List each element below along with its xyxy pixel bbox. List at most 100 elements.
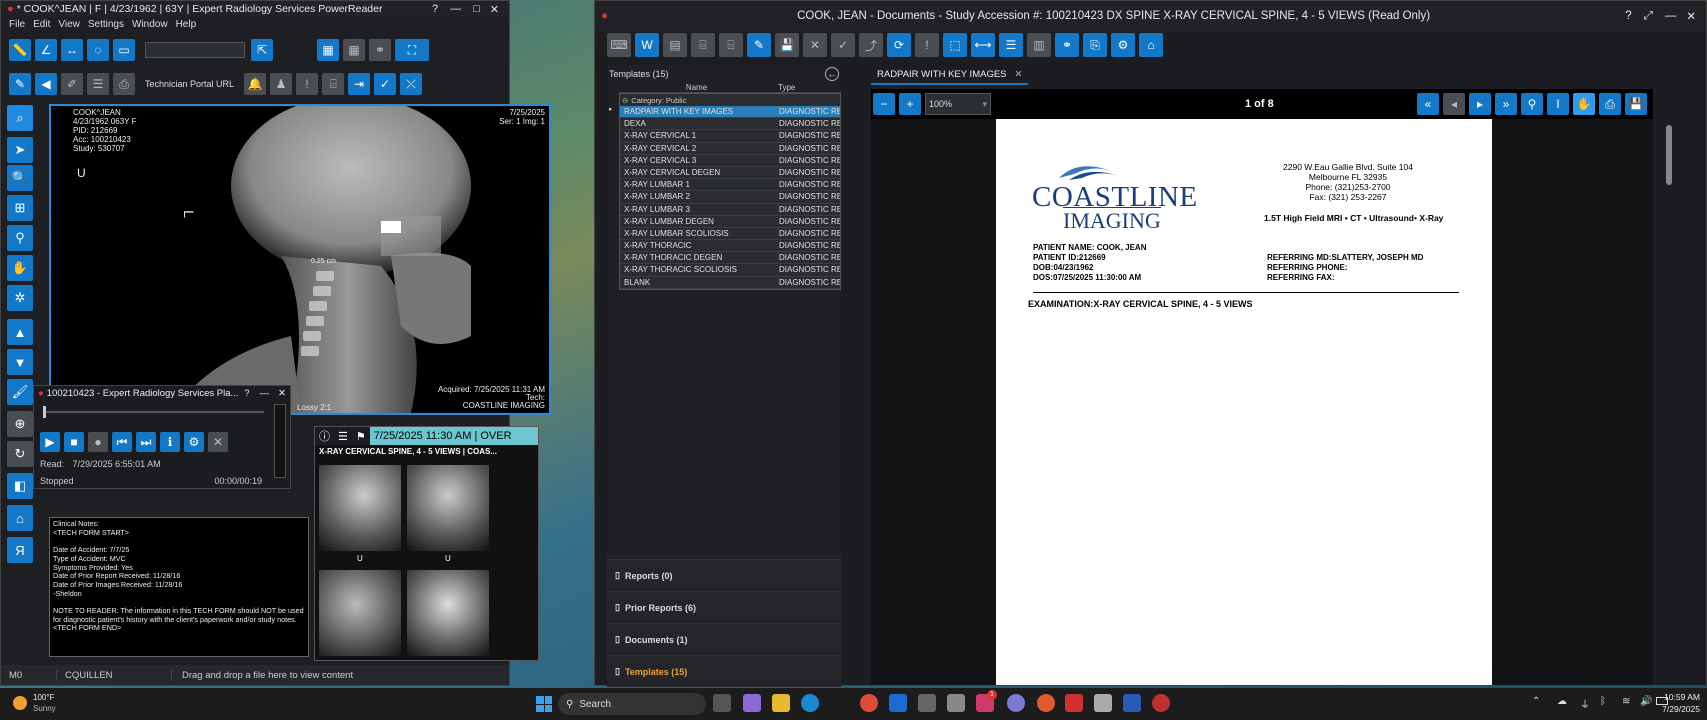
collapse-icon[interactable]: ⊖ xyxy=(622,96,628,105)
menu-window[interactable]: Window xyxy=(132,19,168,30)
doc-restore-icon[interactable]: ⤢ xyxy=(1644,10,1653,23)
doc-close-icon[interactable]: ✕ xyxy=(1686,9,1696,23)
dictation-slider-thumb[interactable] xyxy=(43,406,46,418)
powerreader-task-icon[interactable] xyxy=(1065,694,1083,712)
menu-help[interactable]: Help xyxy=(176,19,197,30)
share-icon[interactable]: ⤴ xyxy=(859,33,883,57)
weather-temp[interactable]: 100°F xyxy=(33,693,54,702)
usb-icon[interactable]: ⏚ xyxy=(1580,696,1590,711)
preset-dropdown[interactable] xyxy=(145,42,245,58)
prev-page-icon[interactable]: ◂ xyxy=(1443,93,1465,115)
dictation-help-icon[interactable]: ? xyxy=(244,388,249,399)
record-icon[interactable]: ● xyxy=(88,432,108,452)
thumb-3[interactable] xyxy=(319,570,401,656)
template-row[interactable]: X-RAY THORACIC DIAGNOSTIC REP... xyxy=(620,240,840,253)
app-icon-2[interactable] xyxy=(1007,694,1025,712)
ruler-icon[interactable]: 📏 xyxy=(9,39,31,61)
alert-doc-icon[interactable]: ! xyxy=(915,33,939,57)
hand-icon[interactable]: ✋ xyxy=(1573,93,1595,115)
settings-icon[interactable]: ⚙ xyxy=(184,432,204,452)
tool-brush[interactable]: 🖌 xyxy=(7,379,33,405)
next-page-icon[interactable]: ▸ xyxy=(1469,93,1491,115)
template-row[interactable]: X-RAY CERVICAL 3 DIAGNOSTIC REP... xyxy=(620,155,840,167)
folder-2-icon[interactable]: ⌸ xyxy=(719,33,743,57)
last-page-icon[interactable]: » xyxy=(1495,93,1517,115)
series-doc-icon[interactable]: ☰ xyxy=(338,430,348,443)
word-icon[interactable] xyxy=(1123,694,1141,712)
text-select-icon[interactable]: I xyxy=(1547,93,1569,115)
dictation-close-icon[interactable]: ✕ xyxy=(278,388,286,399)
rectangle-icon[interactable]: ▭ xyxy=(113,39,135,61)
copilot-icon[interactable] xyxy=(743,694,761,712)
status-hint[interactable]: Drag and drop a file here to view conten… xyxy=(171,669,353,681)
template-row[interactable]: X-RAY THORACIC DEGEN DIAGNOSTIC REP... xyxy=(620,252,840,265)
template-row[interactable]: X-RAY CERVICAL 2 DIAGNOSTIC REP... xyxy=(620,143,840,155)
radiology-task-icon[interactable] xyxy=(1152,694,1170,712)
wifi-icon[interactable]: ≋ xyxy=(1622,696,1630,707)
template-row[interactable]: X-RAY CERVICAL 1 DIAGNOSTIC REP... xyxy=(620,130,840,143)
tool-fit[interactable]: ⊞ xyxy=(7,195,33,221)
dictation-minimize-icon[interactable]: — xyxy=(260,388,270,399)
print-icon[interactable]: ⎙ xyxy=(113,73,135,95)
sign-icon[interactable]: ✓ xyxy=(831,33,855,57)
weather-desc[interactable]: Sunny xyxy=(33,704,56,713)
help-icon[interactable]: ? xyxy=(432,3,438,15)
task-view-icon[interactable] xyxy=(713,694,731,712)
rewind-icon[interactable]: ⏮ xyxy=(112,432,132,452)
chrome-icon[interactable] xyxy=(860,694,878,712)
snipping-icon[interactable] xyxy=(947,694,965,712)
volume-icon[interactable]: 🔊 xyxy=(1640,696,1652,707)
template-row-selected[interactable]: RADPAIR WITH KEY IMAGES DIAGNOSTIC REP... xyxy=(620,106,840,119)
grid-icon[interactable]: ▦ xyxy=(317,39,339,61)
marker-icon[interactable]: ✐ xyxy=(61,73,83,95)
save-doc-icon[interactable]: 💾 xyxy=(1625,93,1647,115)
tab-close-icon[interactable]: ✕ xyxy=(1015,69,1023,80)
cancel-icon[interactable]: ✕ xyxy=(208,432,228,452)
pen-icon[interactable]: ✎ xyxy=(9,73,31,95)
file-explorer-icon[interactable] xyxy=(772,694,790,712)
tool-up[interactable]: ▲ xyxy=(7,319,33,345)
menu-settings[interactable]: Settings xyxy=(88,19,124,30)
bell-icon[interactable]: 🔔 xyxy=(244,73,267,95)
doc-tab[interactable]: RADPAIR WITH KEY IMAGES ✕ xyxy=(871,65,1029,85)
maximize-icon[interactable]: □ xyxy=(473,3,480,15)
layout-icon[interactable]: ▦ xyxy=(343,39,365,61)
weather-icon[interactable] xyxy=(13,696,27,710)
angle-icon[interactable]: ∠ xyxy=(35,39,57,61)
tray-chevron-icon[interactable]: ⌃ xyxy=(1532,696,1540,707)
template-row[interactable]: X-RAY LUMBAR 3 DIAGNOSTIC REP... xyxy=(620,204,840,216)
link-icon[interactable]: ⚭ xyxy=(369,39,391,61)
dictation-slider[interactable] xyxy=(44,411,264,413)
folder-open-icon[interactable]: ⌸ xyxy=(691,33,715,57)
clock-date[interactable]: 7/29/2025 xyxy=(1662,704,1700,714)
clock-time[interactable]: 10:59 AM xyxy=(1662,692,1700,702)
fullscreen-icon[interactable]: ⛶ xyxy=(395,39,429,61)
tool-magnify[interactable]: 🔍 xyxy=(7,165,33,191)
back-icon[interactable]: ← xyxy=(825,67,839,81)
tool-rotate[interactable]: ↻ xyxy=(7,441,33,467)
edit-doc-icon[interactable]: ✎ xyxy=(747,33,771,57)
tool-crosshair[interactable]: ⊕ xyxy=(7,411,33,437)
word-doc-icon[interactable]: W xyxy=(635,33,659,57)
windows-start-icon[interactable] xyxy=(536,696,552,712)
thumb-2[interactable] xyxy=(407,465,489,551)
accordion-templates[interactable]: ▯ Templates (15) xyxy=(607,655,841,687)
doc-help-icon[interactable]: ? xyxy=(1625,10,1631,22)
template-row[interactable]: X-RAY THORACIC SCOLIOSIS DIAGNOSTIC REP..… xyxy=(620,264,840,277)
play-icon[interactable]: ▶ xyxy=(40,432,60,452)
tool-pointer[interactable]: ➤ xyxy=(7,137,33,163)
refresh-icon[interactable]: ⟳ xyxy=(887,33,911,57)
template-row[interactable]: X-RAY LUMBAR 2 DIAGNOSTIC REP... xyxy=(620,191,840,204)
close-icon[interactable]: ✕ xyxy=(490,3,499,16)
open-study-icon[interactable]: ⇥ xyxy=(348,73,371,95)
xray-viewport[interactable]: COOK^JEAN 4/23/1962 063Y F PID: 212669 A… xyxy=(49,104,551,415)
pin-icon[interactable]: ⬚ xyxy=(943,33,967,57)
tool-hand[interactable]: ✋ xyxy=(7,255,33,281)
col-name[interactable]: Name xyxy=(619,83,774,92)
tool-text[interactable]: Я xyxy=(7,537,33,563)
split-cols-icon[interactable]: ▥ xyxy=(1027,33,1051,57)
minimize-icon[interactable]: — xyxy=(450,3,461,15)
template-row[interactable]: X-RAY LUMBAR 1 DIAGNOSTIC REP... xyxy=(620,179,840,192)
cloud-icon[interactable]: ☁ xyxy=(1557,696,1567,707)
zoom-out-icon[interactable]: − xyxy=(873,93,895,115)
